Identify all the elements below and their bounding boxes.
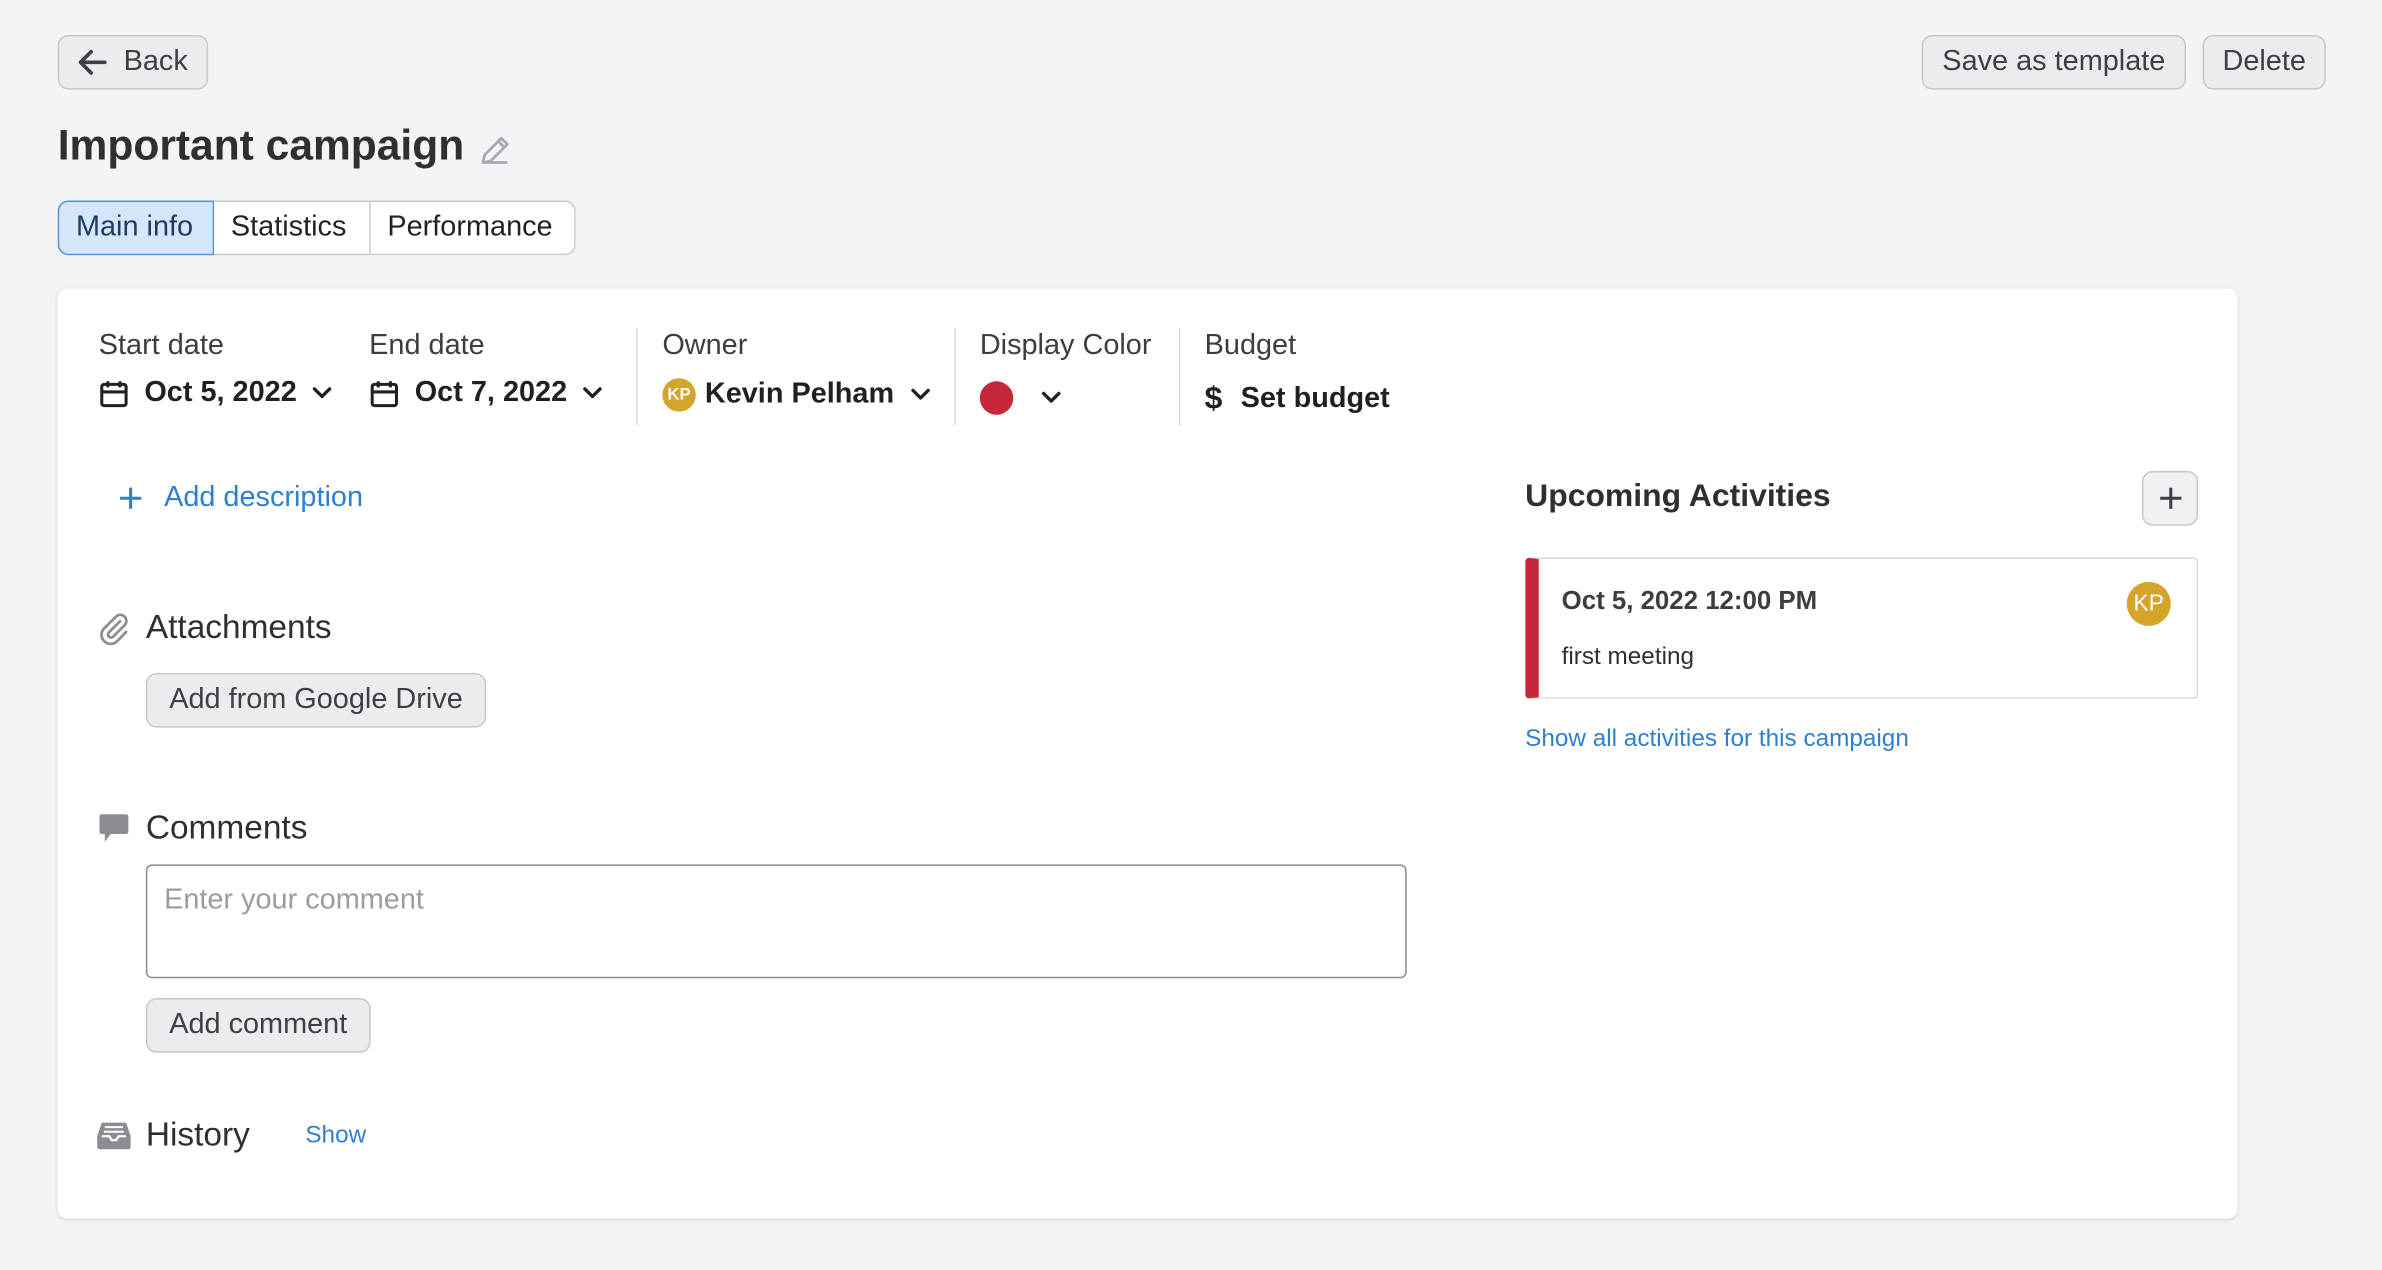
comment-icon [99, 814, 129, 842]
show-all-activities-link[interactable]: Show all activities for this campaign [1525, 726, 1909, 753]
delete-button[interactable]: Delete [2202, 34, 2326, 90]
end-date-label: End date [369, 329, 485, 362]
back-label: Back [123, 45, 188, 78]
dollar-icon: $ [1204, 381, 1223, 417]
arrow-left-icon [79, 49, 108, 75]
activity-name: first meeting [1561, 644, 1695, 670]
tab-statistics[interactable]: Statistics [214, 200, 371, 256]
page-title: Important campaign [58, 122, 465, 171]
campaign-page: Back Save as template Delete Important c… [0, 0, 2382, 1270]
google-drive-label: Add from Google Drive [169, 683, 463, 716]
activity-card[interactable]: Oct 5, 2022 12:00 PM first meeting KP [1525, 557, 2199, 699]
chevron-down-icon [583, 387, 603, 399]
tab-label: Main info [75, 211, 194, 244]
tab-label: Statistics [230, 211, 347, 244]
attachments-title: Attachments [145, 607, 332, 646]
owner-avatar: KP [662, 378, 696, 412]
activity-owner-avatar: KP [2126, 581, 2171, 626]
calendar-icon [370, 381, 399, 408]
inbox-archive-icon [97, 1122, 131, 1150]
plus-icon [2159, 487, 2181, 509]
comments-title: Comments [145, 808, 308, 847]
set-budget-button[interactable]: $ Set budget [1205, 381, 1390, 417]
display-color-label: Display Color [979, 329, 1152, 362]
back-button[interactable]: Back [57, 34, 209, 90]
start-date-label: Start date [98, 329, 224, 362]
tab-label: Performance [387, 211, 553, 244]
field-divider [636, 328, 639, 426]
end-date-picker[interactable]: Oct 7, 2022 [369, 377, 603, 410]
add-comment-button[interactable]: Add comment [145, 998, 371, 1053]
start-date-value: Oct 5, 2022 [144, 376, 297, 409]
field-divider [1178, 328, 1181, 426]
add-comment-label: Add comment [169, 1008, 348, 1041]
activity-owner-initials: KP [2133, 590, 2164, 617]
add-activity-button[interactable] [2141, 470, 2199, 526]
campaign-title: Important campaign [57, 121, 465, 169]
save-as-template-button[interactable]: Save as template [1921, 34, 2186, 90]
budget-label: Budget [1204, 329, 1297, 362]
chevron-down-icon [1041, 391, 1061, 403]
activity-datetime: Oct 5, 2022 12:00 PM [1561, 586, 1818, 616]
add-description-label: Add description [164, 481, 364, 514]
tab-performance[interactable]: Performance [370, 200, 576, 256]
end-date-value: Oct 7, 2022 [414, 376, 568, 409]
owner-name: Kevin Pelham [704, 378, 895, 411]
save-as-template-label: Save as template [1942, 45, 2166, 78]
add-description-link[interactable]: Add description [118, 482, 363, 515]
color-swatch [979, 381, 1014, 415]
tab-bar: Main info Statistics Performance [57, 200, 576, 256]
paperclip-icon [100, 613, 128, 646]
main-info-card: Start date Oct 5, 2022 End date Oct 7, 2… [57, 288, 2238, 1219]
chevron-down-icon [910, 388, 930, 400]
history-title: History [145, 1115, 250, 1153]
plus-icon [120, 487, 142, 509]
tab-main-info[interactable]: Main info [57, 200, 215, 256]
upcoming-activities-title: Upcoming Activities [1525, 478, 1831, 514]
owner-initials: KP [667, 385, 691, 405]
owner-label: Owner [662, 329, 748, 362]
start-date-picker[interactable]: Oct 5, 2022 [99, 377, 333, 410]
owner-select[interactable]: KP Kevin Pelham [662, 378, 933, 412]
add-from-google-drive-button[interactable]: Add from Google Drive [145, 672, 487, 728]
comment-placeholder: Enter your comment [164, 884, 424, 917]
calendar-icon [100, 381, 128, 408]
delete-label: Delete [2222, 45, 2306, 78]
field-divider [953, 328, 956, 426]
comment-input[interactable]: Enter your comment [145, 864, 1407, 979]
edit-pencil-icon[interactable] [477, 132, 513, 168]
history-show-link[interactable]: Show [305, 1123, 366, 1150]
budget-value: Set budget [1240, 382, 1390, 415]
display-color-select[interactable] [979, 381, 1062, 415]
chevron-down-icon [313, 387, 332, 399]
